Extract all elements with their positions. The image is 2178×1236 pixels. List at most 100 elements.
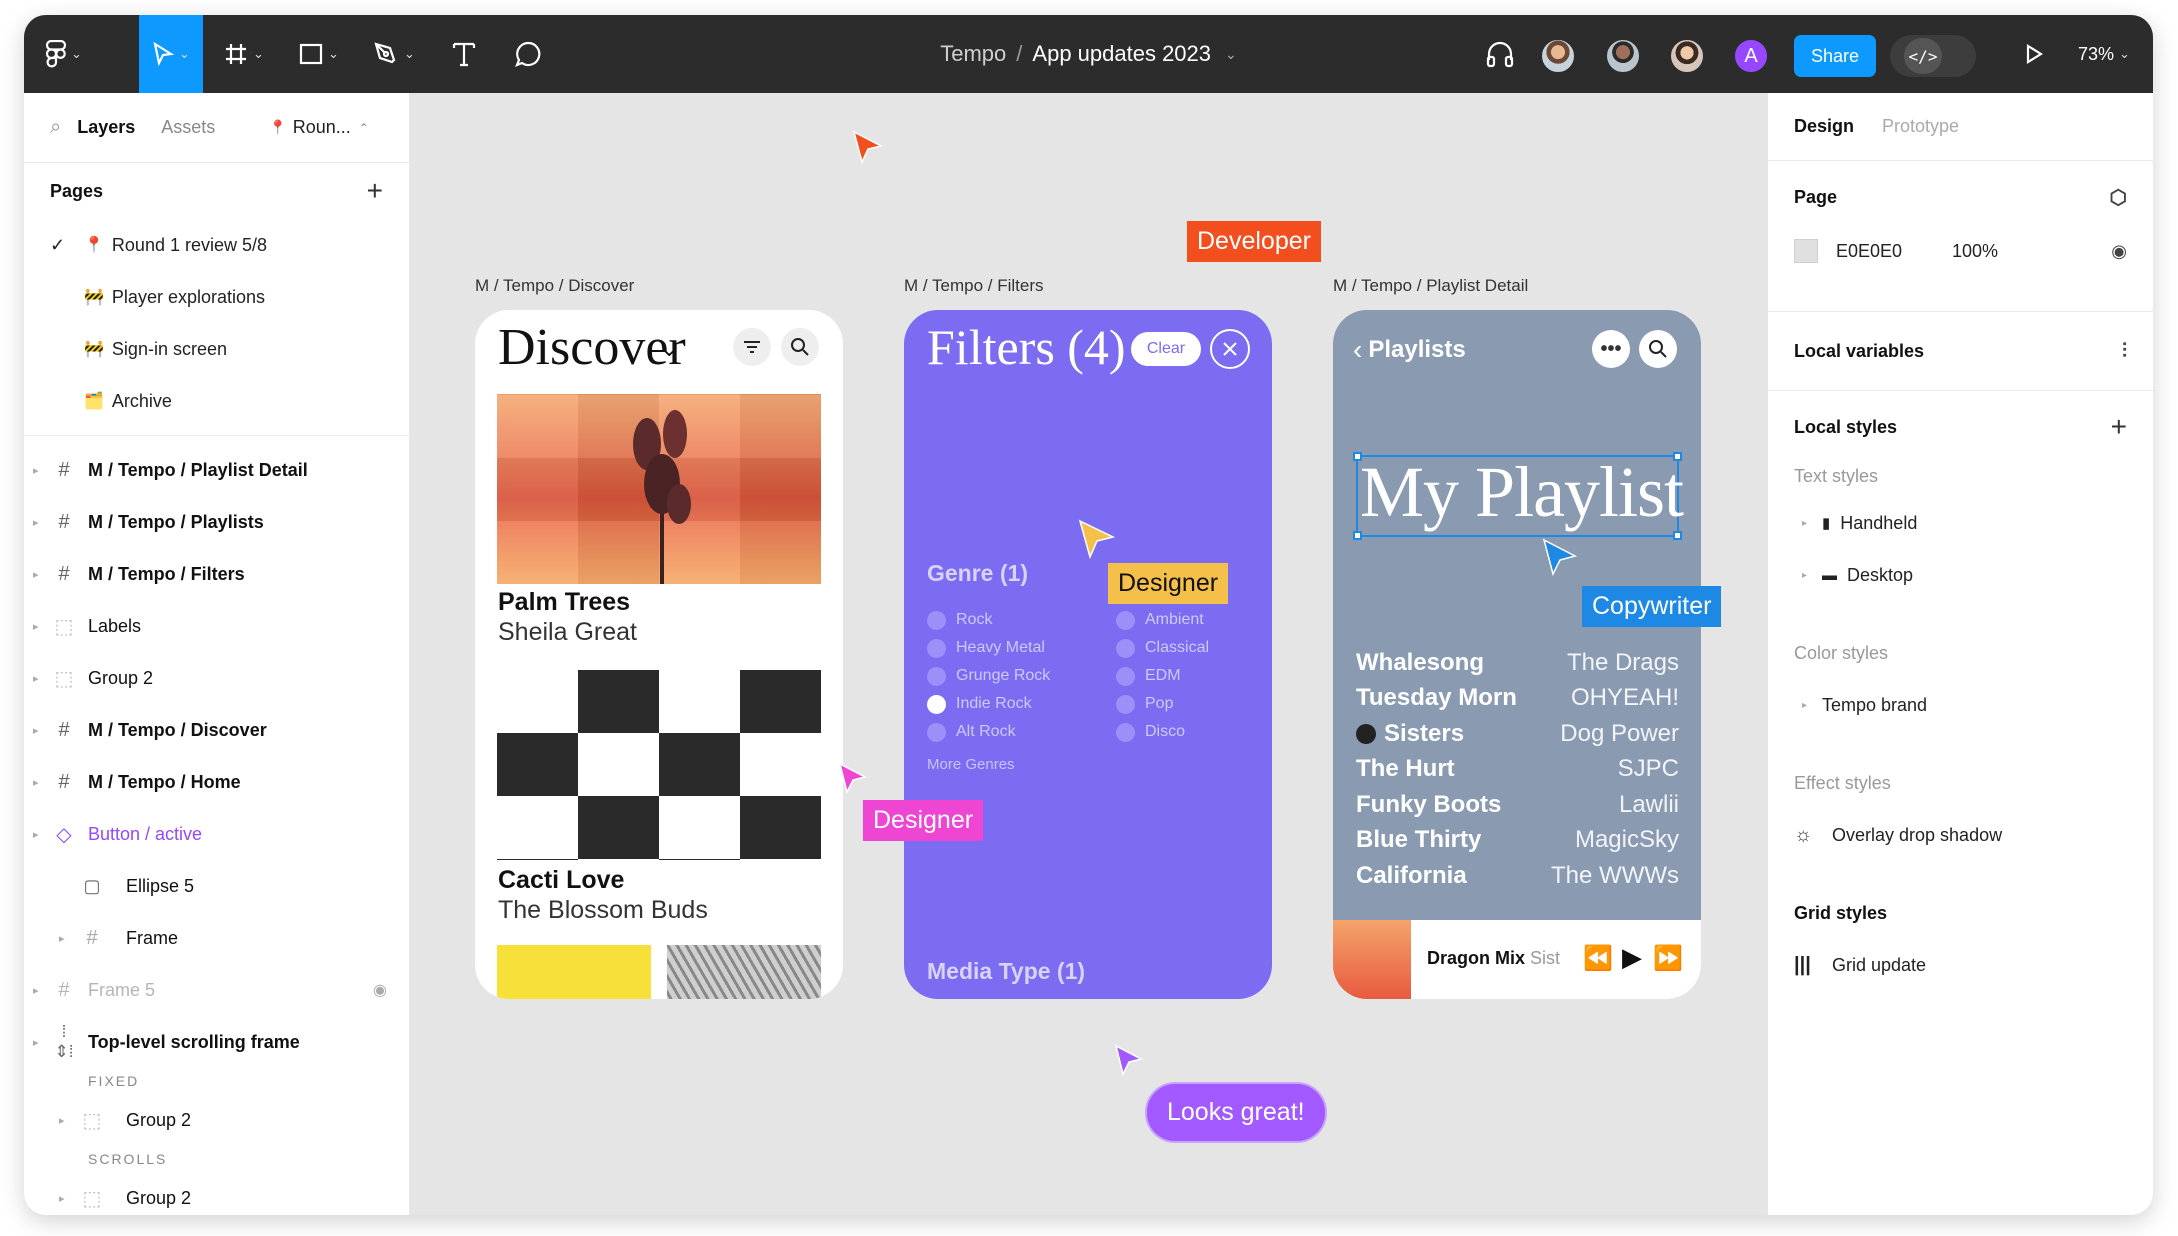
more-genres-link[interactable]: More Genres	[927, 756, 1015, 773]
genre-option[interactable]: Ambient	[1116, 606, 1209, 634]
avatar[interactable]	[1669, 38, 1705, 74]
filter-icon[interactable]	[733, 328, 771, 366]
layer-row[interactable]: ▸ # Frame 5 ◉	[24, 964, 409, 1016]
resize-handle[interactable]	[1353, 452, 1362, 461]
track-row[interactable]: Sisters Dog Power	[1356, 716, 1679, 752]
audio-button[interactable]	[1475, 15, 1525, 93]
layer-row[interactable]: ▸ # M / Tempo / Playlist Detail	[24, 444, 409, 496]
frame-label[interactable]: M / Tempo / Discover	[475, 276, 634, 296]
dev-mode-toggle[interactable]: </>	[1890, 35, 1976, 77]
artwork-thumb[interactable]	[667, 945, 821, 999]
expand-arrow-icon[interactable]: ▸	[1794, 570, 1822, 581]
expand-arrow-icon[interactable]: ▸	[33, 672, 39, 685]
expand-arrow-icon[interactable]: ▸	[33, 516, 39, 529]
genre-option[interactable]: Disco	[1116, 718, 1209, 746]
expand-arrow-icon[interactable]: ▸	[33, 984, 39, 997]
tab-layers[interactable]: Layers	[77, 117, 135, 138]
expand-arrow-icon[interactable]: ▸	[1794, 700, 1822, 711]
layer-row[interactable]: ▸ ⬚ Group 2	[24, 652, 409, 704]
shape-tool-button[interactable]: ⌄	[289, 15, 349, 93]
page-switcher[interactable]: 📍 Roun... ⌃	[269, 117, 369, 138]
track-row[interactable]: Tuesday Morn OHYEAH!	[1356, 681, 1679, 717]
expand-arrow-icon[interactable]: ▸	[59, 1114, 65, 1127]
play-icon[interactable]: ▶	[1622, 942, 1642, 973]
tab-assets[interactable]: Assets	[161, 117, 215, 138]
style-item[interactable]: ▸ ▮ Handheld	[1794, 497, 2127, 549]
genre-option[interactable]: Alt Rock	[927, 718, 1050, 746]
style-item[interactable]: ▸ ▬ Desktop	[1794, 549, 2127, 601]
text-tool-button[interactable]	[434, 15, 494, 93]
expand-arrow-icon[interactable]: ▸	[33, 724, 39, 737]
project-name[interactable]: Tempo	[940, 41, 1006, 67]
expand-arrow-icon[interactable]: ▸	[33, 828, 39, 841]
style-item[interactable]: ☼ Overlay drop shadow	[1794, 809, 2127, 861]
artwork-thumb[interactable]	[497, 945, 651, 999]
back-link[interactable]: ‹ Playlists	[1353, 334, 1466, 366]
genre-option[interactable]: Grunge Rock	[927, 662, 1050, 690]
genre-option[interactable]: Classical	[1116, 634, 1209, 662]
selection-box[interactable]: My Playlist	[1353, 452, 1684, 540]
filters-frame[interactable]: Filters (4) Clear Genre (1) Rock Heavy Me…	[904, 310, 1272, 999]
layer-row[interactable]: ▸ ◇ Button / active	[24, 808, 409, 860]
expand-arrow-icon[interactable]: ▸	[1794, 518, 1822, 529]
layer-row[interactable]: ▸ # M / Tempo / Filters	[24, 548, 409, 600]
resize-handle[interactable]	[1673, 452, 1682, 461]
resize-handle[interactable]	[1353, 531, 1362, 540]
media-type-heading[interactable]: Media Type (1)	[927, 958, 1085, 985]
genre-option[interactable]: Rock	[927, 606, 1050, 634]
chevron-down-icon[interactable]: ⌄	[1225, 46, 1237, 63]
expand-arrow-icon[interactable]: ▸	[33, 568, 39, 581]
page-opacity-value[interactable]: 100%	[1952, 241, 1998, 262]
avatar[interactable]: A	[1733, 38, 1769, 74]
genre-option[interactable]: Pop	[1116, 690, 1209, 718]
expand-arrow-icon[interactable]: ▸	[33, 464, 39, 477]
expand-arrow-icon[interactable]: ▸	[59, 1192, 65, 1205]
avatar[interactable]	[1605, 38, 1641, 74]
more-icon[interactable]: •••	[1592, 330, 1630, 368]
page-item[interactable]: 🗂️ Archive	[24, 375, 409, 427]
pen-tool-button[interactable]: ⌄	[364, 15, 424, 93]
zoom-menu[interactable]: 73% ⌄	[2078, 15, 2130, 93]
fast-forward-icon[interactable]: ⏩	[1653, 944, 1683, 973]
tab-design[interactable]: Design	[1794, 116, 1854, 137]
page-item[interactable]: ✓ 📍 Round 1 review 5/8	[24, 219, 409, 271]
frame-label[interactable]: M / Tempo / Filters	[904, 276, 1044, 296]
page-item[interactable]: 🚧 Player explorations	[24, 271, 409, 323]
color-swatch[interactable]	[1794, 239, 1818, 263]
cacti-love-artwork[interactable]	[497, 670, 821, 860]
genre-option[interactable]: Indie Rock	[927, 690, 1050, 718]
expand-arrow-icon[interactable]: ▸	[33, 776, 39, 789]
frame-tool-button[interactable]: ⌄	[214, 15, 274, 93]
layer-row[interactable]: ▢ Ellipse 5	[24, 860, 409, 912]
genre-option[interactable]: Heavy Metal	[927, 634, 1050, 662]
add-style-icon[interactable]: +	[2111, 411, 2127, 443]
close-icon[interactable]	[1210, 329, 1250, 369]
rewind-icon[interactable]: ⏪	[1583, 944, 1613, 973]
chevron-down-icon[interactable]: ⌄	[660, 336, 678, 362]
expand-arrow-icon[interactable]: ▸	[33, 1036, 39, 1049]
share-button[interactable]: Share	[1794, 35, 1876, 77]
layer-row[interactable]: ▸ # M / Tempo / Discover	[24, 704, 409, 756]
page-color-value[interactable]: E0E0E0	[1836, 241, 1952, 262]
layer-row[interactable]: ▸ # M / Tempo / Home	[24, 756, 409, 808]
eye-icon[interactable]: ◉	[2111, 241, 2127, 262]
expand-arrow-icon[interactable]: ▸	[33, 620, 39, 633]
playlist-detail-frame[interactable]: ‹ Playlists ••• My Playlist Whalesong The…	[1333, 310, 1701, 999]
main-menu-button[interactable]: ⌄	[34, 15, 94, 93]
visibility-icon[interactable]: ◉	[373, 980, 387, 1000]
file-name[interactable]: App updates 2023	[1032, 41, 1211, 67]
local-variables-section[interactable]: Local variables ⫶	[1768, 312, 2153, 391]
layer-row[interactable]: ▸ ⬚ Group 2	[24, 1094, 409, 1146]
search-icon[interactable]	[781, 328, 819, 366]
track-row[interactable]: Blue Thirty MagicSky	[1356, 823, 1679, 859]
genre-option[interactable]: EDM	[1116, 662, 1209, 690]
layer-row[interactable]: ▸ # M / Tempo / Playlists	[24, 496, 409, 548]
avatar[interactable]	[1540, 38, 1576, 74]
export-settings-icon[interactable]: ⬡	[2110, 185, 2127, 210]
layer-row[interactable]: ▸ ⬚ Labels	[24, 600, 409, 652]
style-item[interactable]: ▸ Tempo brand	[1794, 679, 2127, 731]
add-page-icon[interactable]: +	[367, 175, 383, 207]
resize-handle[interactable]	[1673, 531, 1682, 540]
layer-row[interactable]: ▸ # Frame	[24, 912, 409, 964]
track-row[interactable]: Whalesong The Drags	[1356, 645, 1679, 681]
